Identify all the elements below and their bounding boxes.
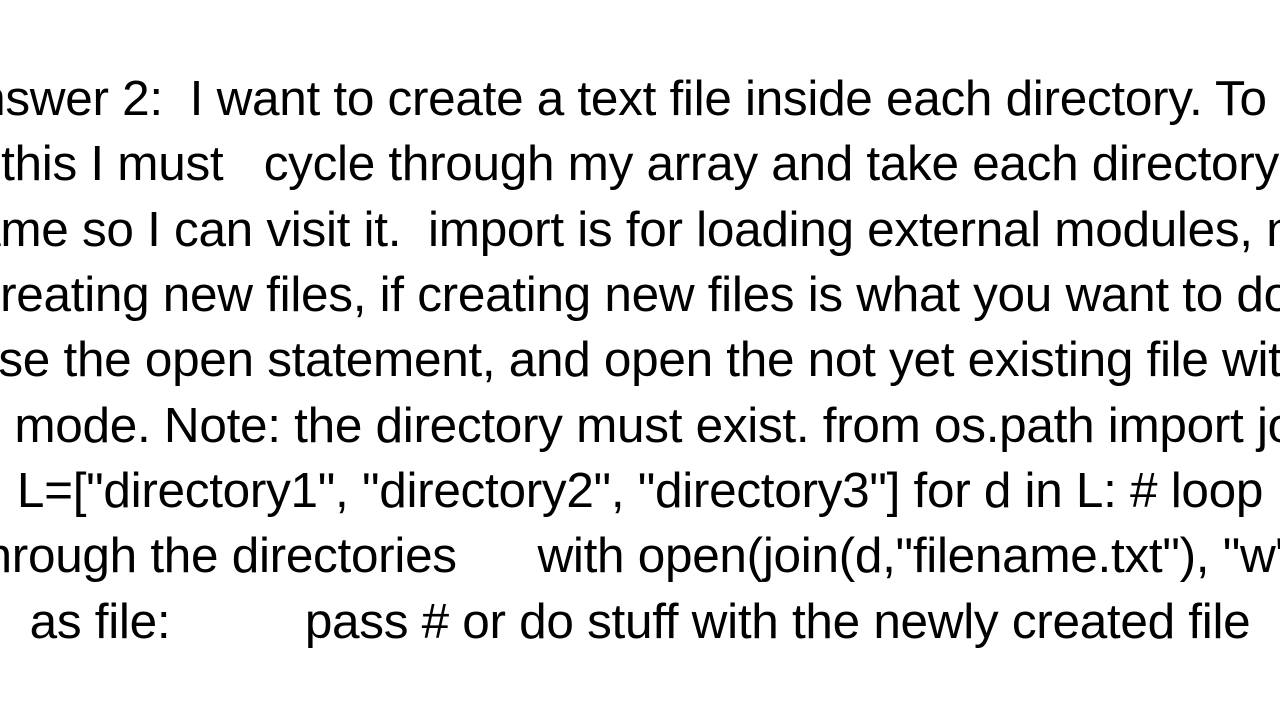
answer-container: Answer 2: I want to create a text file i… bbox=[0, 0, 1280, 720]
answer-text: Answer 2: I want to create a text file i… bbox=[0, 66, 1280, 654]
